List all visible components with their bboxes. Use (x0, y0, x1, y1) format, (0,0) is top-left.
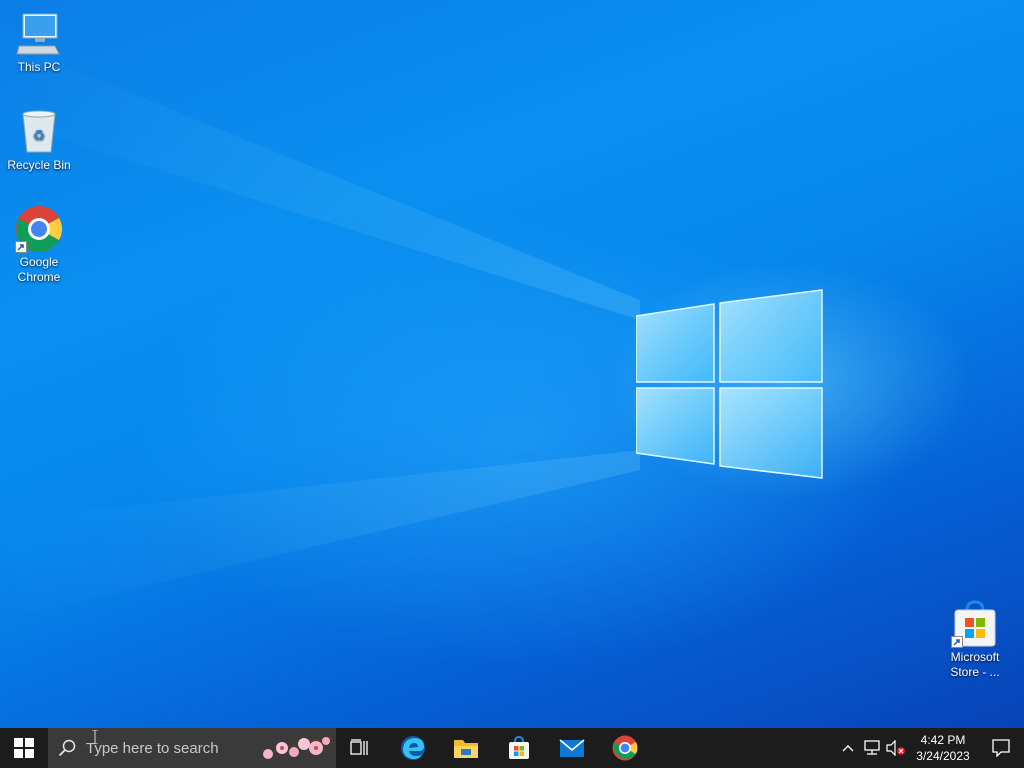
desktop-icon-google-chrome[interactable]: Google Chrome (1, 205, 77, 285)
system-tray: 4:42 PM 3/24/2023 (836, 728, 1024, 768)
desktop-wallpaper: This PC ♻ Recycle Bin Google Chrome Micr… (0, 0, 1024, 728)
shortcut-arrow-icon (951, 636, 963, 648)
taskbar-mail-button[interactable] (548, 728, 596, 768)
start-button[interactable] (0, 728, 48, 768)
shortcut-arrow-icon (15, 241, 27, 253)
mail-icon (559, 739, 585, 757)
wallpaper-light-beams (0, 40, 640, 620)
recycle-bin-icon: ♻ (15, 108, 63, 156)
desktop-icon-microsoft-store[interactable]: Microsoft Store - ... (937, 600, 1013, 680)
notification-icon (992, 739, 1010, 757)
windows-logo-wallpaper (636, 289, 823, 479)
this-pc-icon (15, 10, 63, 58)
microsoft-store-icon (951, 600, 999, 648)
clock-time: 4:42 PM (920, 733, 966, 747)
taskbar-edge-button[interactable] (384, 728, 442, 768)
desktop-icon-label: Google Chrome (17, 255, 61, 284)
chrome-icon (15, 205, 63, 253)
network-button[interactable] (860, 728, 884, 768)
chrome-icon (612, 735, 638, 761)
task-view-button[interactable] (336, 728, 384, 768)
desktop-icon-label: Microsoft Store - ... (950, 650, 1000, 679)
desktop-icon-label: Recycle Bin (7, 158, 71, 172)
taskbar-file-explorer-button[interactable] (442, 728, 490, 768)
search-icon (48, 739, 86, 757)
store-icon (509, 736, 529, 759)
desktop-icon-label: This PC (17, 60, 61, 74)
clock-date: 3/24/2023 (916, 749, 970, 763)
svg-text:♻: ♻ (33, 127, 46, 143)
volume-muted-icon (886, 740, 905, 756)
action-center-button[interactable] (978, 728, 1024, 768)
desktop-icon-recycle-bin[interactable]: ♻ Recycle Bin (1, 108, 77, 173)
desktop-icon-this-pc[interactable]: This PC (1, 10, 77, 75)
show-hidden-icons-button[interactable] (836, 728, 860, 768)
windows-start-icon (14, 738, 34, 758)
taskbar-clock[interactable]: 4:42 PM 3/24/2023 (908, 732, 978, 764)
text-cursor-icon (92, 730, 98, 744)
task-view-icon (350, 739, 368, 755)
taskbar-chrome-button[interactable] (596, 728, 654, 768)
edge-icon (401, 736, 425, 760)
chevron-up-icon (842, 745, 854, 752)
taskbar: Type here to search 4:42 PM 3/24/2023 (0, 728, 1024, 768)
cherry-blossom-icon (259, 737, 333, 761)
volume-button[interactable] (884, 728, 908, 768)
file-explorer-icon (454, 740, 478, 758)
network-icon (864, 740, 880, 755)
taskbar-store-button[interactable] (490, 728, 548, 768)
search-placeholder: Type here to search (86, 739, 219, 757)
